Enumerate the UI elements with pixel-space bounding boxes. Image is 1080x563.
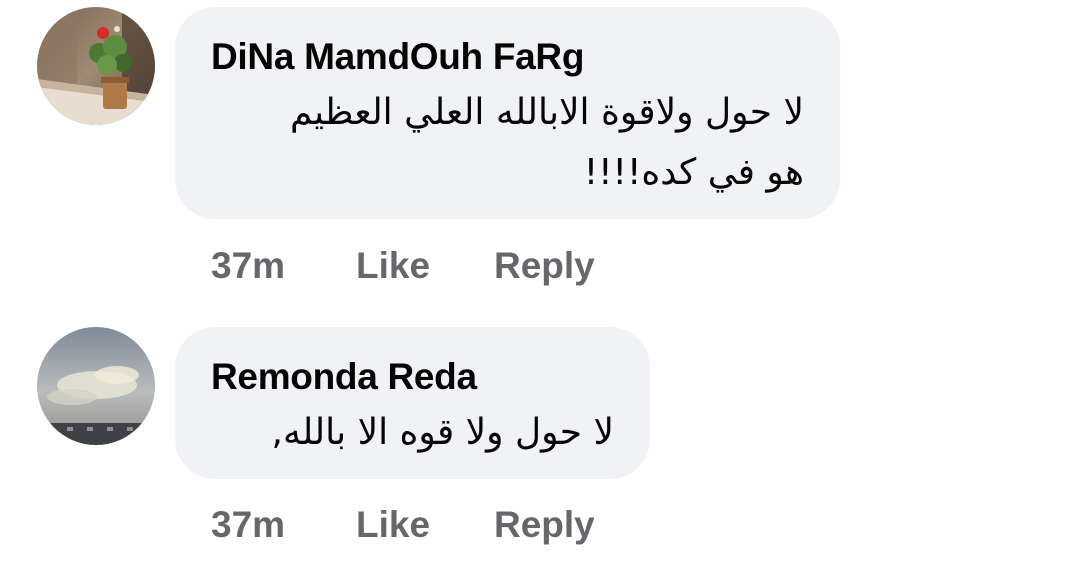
comment-actions: 37m Like Reply <box>211 500 595 550</box>
comment-bubble: DiNa MamdOuh FaRg لا حول ولاقوة الابالله… <box>175 7 840 219</box>
avatar[interactable] <box>37 327 155 445</box>
like-button[interactable]: Like <box>356 245 494 287</box>
comment-author-name[interactable]: DiNa MamdOuh FaRg <box>211 35 804 79</box>
reply-button[interactable]: Reply <box>494 245 595 287</box>
comment-timestamp[interactable]: 37m <box>211 245 356 287</box>
comment-actions: 37m Like Reply <box>211 241 595 291</box>
comment-text-line: لا حول ولاقوة الابالله العلي العظيم <box>289 92 804 133</box>
comment-author-name[interactable]: Remonda Reda <box>211 355 614 399</box>
like-button[interactable]: Like <box>356 504 494 546</box>
avatar-sky-image <box>37 327 155 445</box>
avatar[interactable] <box>37 7 155 125</box>
comment-text-line: لا حول ولا قوه الا بالله, <box>271 412 615 453</box>
comment-timestamp[interactable]: 37m <box>211 504 356 546</box>
avatar-flower-pot-image <box>37 7 155 125</box>
reply-button[interactable]: Reply <box>494 504 595 546</box>
comment-text-line: هو في كده!!!! <box>583 152 804 193</box>
comment-bubble: Remonda Reda لا حول ولا قوه الا بالله, <box>175 327 650 479</box>
